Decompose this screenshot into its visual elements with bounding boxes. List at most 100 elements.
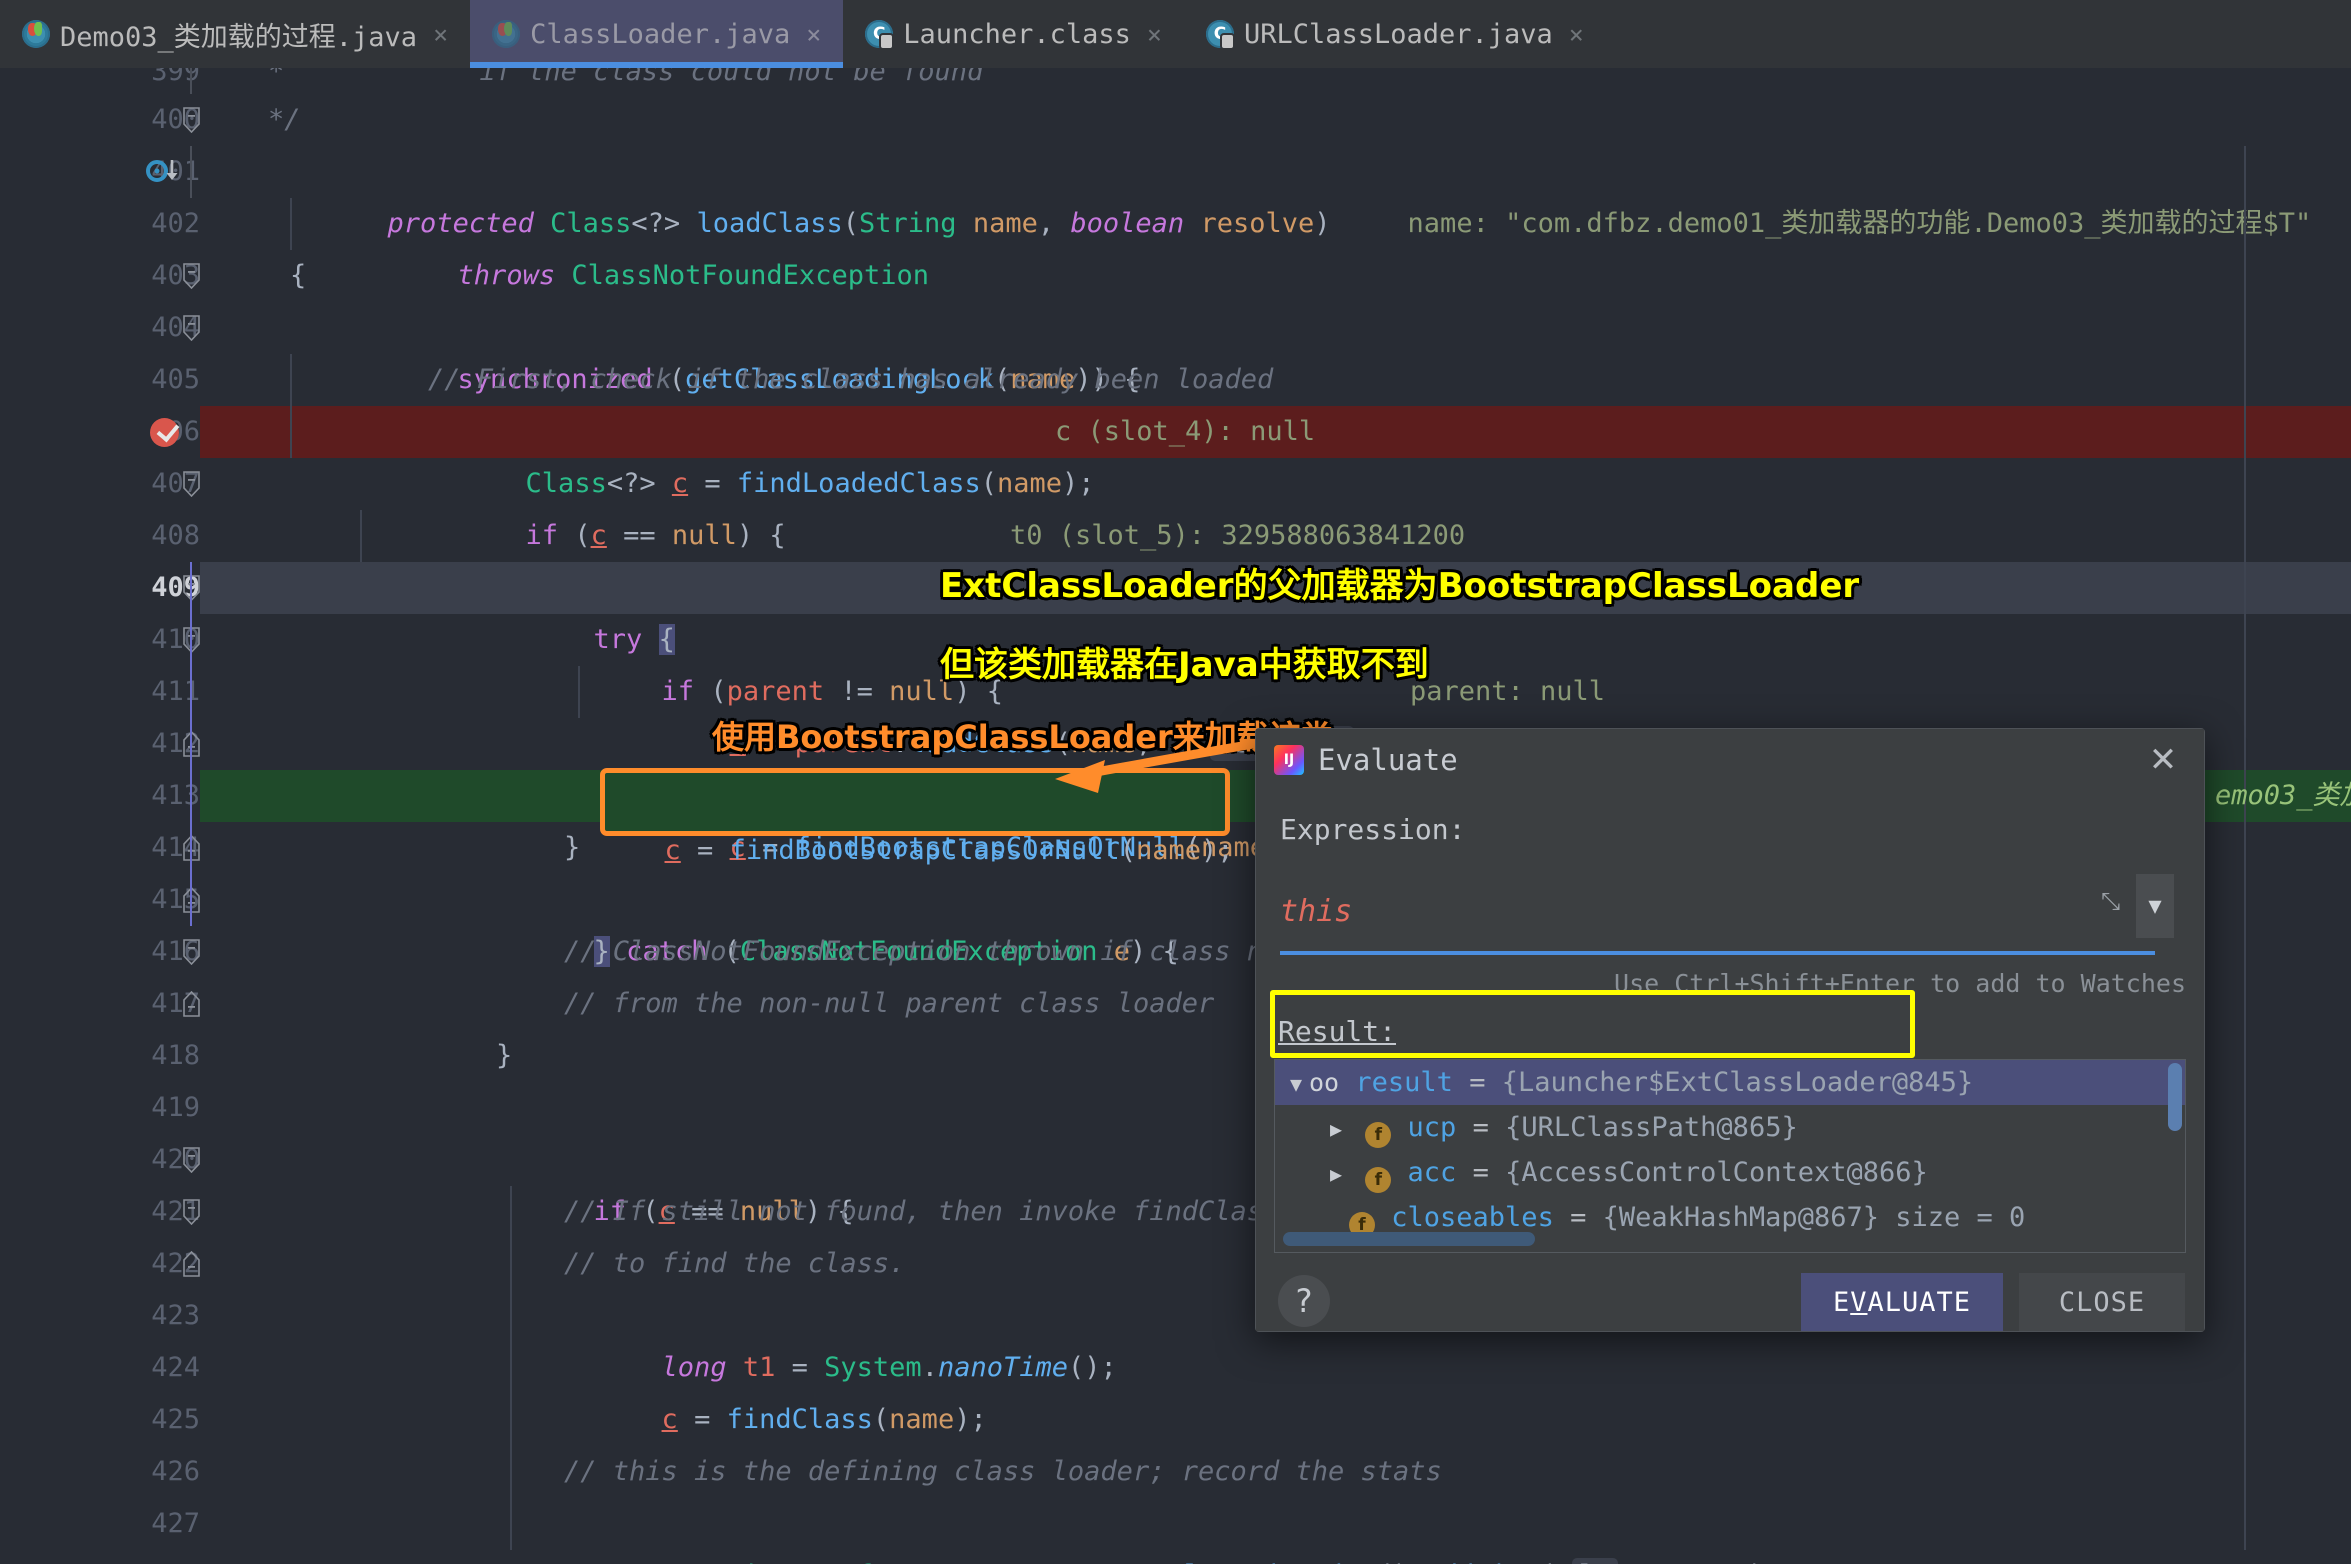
close-icon[interactable]: ×: [433, 20, 448, 49]
equals-sign: =: [1469, 1067, 1485, 1098]
close-icon[interactable]: ✕: [2146, 743, 2180, 777]
fold-marker-icon[interactable]: [183, 107, 200, 133]
evaluate-label-accel: V: [1850, 1287, 1867, 1318]
gutter[interactable]: 421: [0, 1186, 200, 1238]
java-class-icon: [492, 20, 520, 48]
tree-row-acc[interactable]: ▶ f acc = {AccessControlContext@866}: [1275, 1150, 2186, 1195]
gutter[interactable]: 407: [0, 458, 200, 510]
code-line-408: 408 long t0 = System.nanoTime(); t0 (slo…: [0, 510, 2351, 562]
gutter[interactable]: 403: [0, 250, 200, 302]
tree-node-value: {AccessControlContext@866}: [1505, 1157, 1928, 1188]
editor-tab-bar: Demo03_类加载的过程.java × ClassLoader.java × …: [0, 0, 2351, 68]
fold-marker-icon[interactable]: [183, 1251, 200, 1277]
code-line-409: 409 try {: [0, 562, 2351, 614]
help-button[interactable]: ?: [1278, 1275, 1330, 1327]
line-number: 411: [108, 666, 200, 718]
fold-marker-icon[interactable]: [183, 1147, 200, 1173]
code-line-405: 405 // First, check if the class has alr…: [0, 354, 2351, 406]
tab-classloader[interactable]: ClassLoader.java ×: [470, 0, 843, 68]
fold-marker-icon[interactable]: [183, 471, 200, 497]
chevron-down-icon[interactable]: ▼: [1283, 1062, 1309, 1107]
current-line-highlight: [0, 562, 2351, 614]
code-text: // this is the defining class loader; re…: [564, 1456, 1442, 1487]
gutter[interactable]: 405: [0, 354, 200, 406]
tab-label: URLClassLoader.java: [1244, 19, 1553, 50]
tree-node-extra: size = 0: [1895, 1202, 2025, 1233]
tree-row-ucp[interactable]: ▶ f ucp = {URLClassPath@865}: [1275, 1105, 2186, 1150]
evaluate-button[interactable]: EVALUATE: [1801, 1273, 2003, 1331]
fold-marker-icon[interactable]: [183, 1199, 200, 1225]
fold-marker-icon[interactable]: [183, 263, 200, 289]
object-badge-icon: oo: [1309, 1068, 1339, 1097]
tab-urlclassloader[interactable]: URLClassLoader.java ×: [1184, 0, 1606, 68]
result-tree[interactable]: ▼oo result = {Launcher$ExtClassLoader@84…: [1274, 1059, 2186, 1253]
code-line-403: 403 {: [0, 250, 2351, 302]
gutter[interactable]: 404: [0, 302, 200, 354]
tree-node-name: acc: [1408, 1157, 1457, 1188]
close-icon[interactable]: ×: [1147, 20, 1162, 49]
line-number: 419: [108, 1082, 200, 1134]
breakpoint-icon[interactable]: [150, 418, 179, 447]
gutter[interactable]: 410: [0, 614, 200, 666]
gutter[interactable]: 411: [0, 666, 200, 718]
result-vertical-scrollbar[interactable]: [2168, 1063, 2182, 1131]
code-line-410: 410 if (parent != null) {: [0, 614, 2351, 666]
gutter[interactable]: 422: [0, 1238, 200, 1290]
chevron-right-icon[interactable]: ▶: [1323, 1152, 1349, 1197]
code-text: {: [290, 260, 306, 291]
code-line-426: 426 // this is the defining class loader…: [0, 1446, 2351, 1498]
gutter[interactable]: 420: [0, 1134, 200, 1186]
compiled-class-icon: [865, 20, 893, 48]
gutter[interactable]: 415: [0, 874, 200, 926]
gutter[interactable]: 418: [0, 1030, 200, 1082]
tab-demo03[interactable]: Demo03_类加载的过程.java ×: [0, 0, 470, 68]
dialog-title-bar[interactable]: Evaluate: [1256, 729, 2204, 791]
line-number: 425: [108, 1394, 200, 1446]
fold-marker-icon[interactable]: [183, 939, 200, 965]
gutter[interactable]: 426: [0, 1446, 200, 1498]
gutter[interactable]: 427: [0, 1498, 200, 1550]
result-horizontal-scrollbar[interactable]: [1283, 1232, 1535, 1246]
java-class-icon: [1206, 20, 1234, 48]
gutter[interactable]: 402: [0, 198, 200, 250]
code-text: // from the non-null parent class loader: [564, 988, 1214, 1019]
chevron-right-icon[interactable]: ▶: [1323, 1107, 1349, 1152]
gutter[interactable]: 400: [0, 94, 200, 146]
code-line-406: 406 Class<?> c = findLoadedClass(name); …: [0, 406, 2351, 458]
close-button[interactable]: CLOSE: [2019, 1273, 2185, 1331]
watches-hint: Use Ctrl+Shift+Enter to add to Watches: [1614, 969, 2186, 998]
line-number: 418: [108, 1030, 200, 1082]
close-icon[interactable]: ×: [1569, 20, 1584, 49]
inline-hint-parent-null: parent: null: [1410, 676, 1605, 707]
code-line-402: 402 throws ClassNotFoundException: [0, 198, 2351, 250]
history-dropdown-button[interactable]: ▼: [2136, 874, 2174, 938]
fold-marker-icon[interactable]: [183, 991, 200, 1017]
evaluate-dialog[interactable]: Evaluate ✕ Expression: this ⤡ ▼ Use Ctrl…: [1255, 728, 2205, 1332]
gutter[interactable]: 424: [0, 1342, 200, 1394]
java-class-icon: [22, 20, 50, 48]
field-badge-icon: f: [1365, 1122, 1391, 1148]
fold-marker-icon[interactable]: [183, 315, 200, 341]
expression-input[interactable]: this: [1280, 886, 2098, 938]
execution-line-callout-code: c = findBootstrapClassOrNull(name);: [632, 770, 1234, 824]
code-line-404: 404 synchronized (getClassLoadingLock(na…: [0, 302, 2351, 354]
equals-sign: =: [1570, 1202, 1586, 1233]
result-label: Result:: [1278, 1015, 1396, 1048]
gutter[interactable]: 414: [0, 822, 200, 874]
expand-icon[interactable]: ⤡: [2101, 887, 2129, 915]
gutter[interactable]: 423: [0, 1290, 200, 1342]
tab-launcher[interactable]: Launcher.class ×: [843, 0, 1184, 68]
tree-row-result[interactable]: ▼oo result = {Launcher$ExtClassLoader@84…: [1275, 1060, 2186, 1105]
gutter[interactable]: 409: [0, 562, 200, 614]
close-icon[interactable]: ×: [806, 20, 821, 49]
code-text: }: [564, 832, 580, 863]
gutter[interactable]: 408: [0, 510, 200, 562]
gutter[interactable]: 425: [0, 1394, 200, 1446]
gutter[interactable]: 413: [0, 770, 200, 822]
gutter[interactable]: 416: [0, 926, 200, 978]
override-method-icon[interactable]: [146, 158, 174, 186]
gutter[interactable]: 417: [0, 978, 200, 1030]
code-text: // to find the class.: [564, 1248, 905, 1279]
gutter[interactable]: 419: [0, 1082, 200, 1134]
gutter[interactable]: 412: [0, 718, 200, 770]
